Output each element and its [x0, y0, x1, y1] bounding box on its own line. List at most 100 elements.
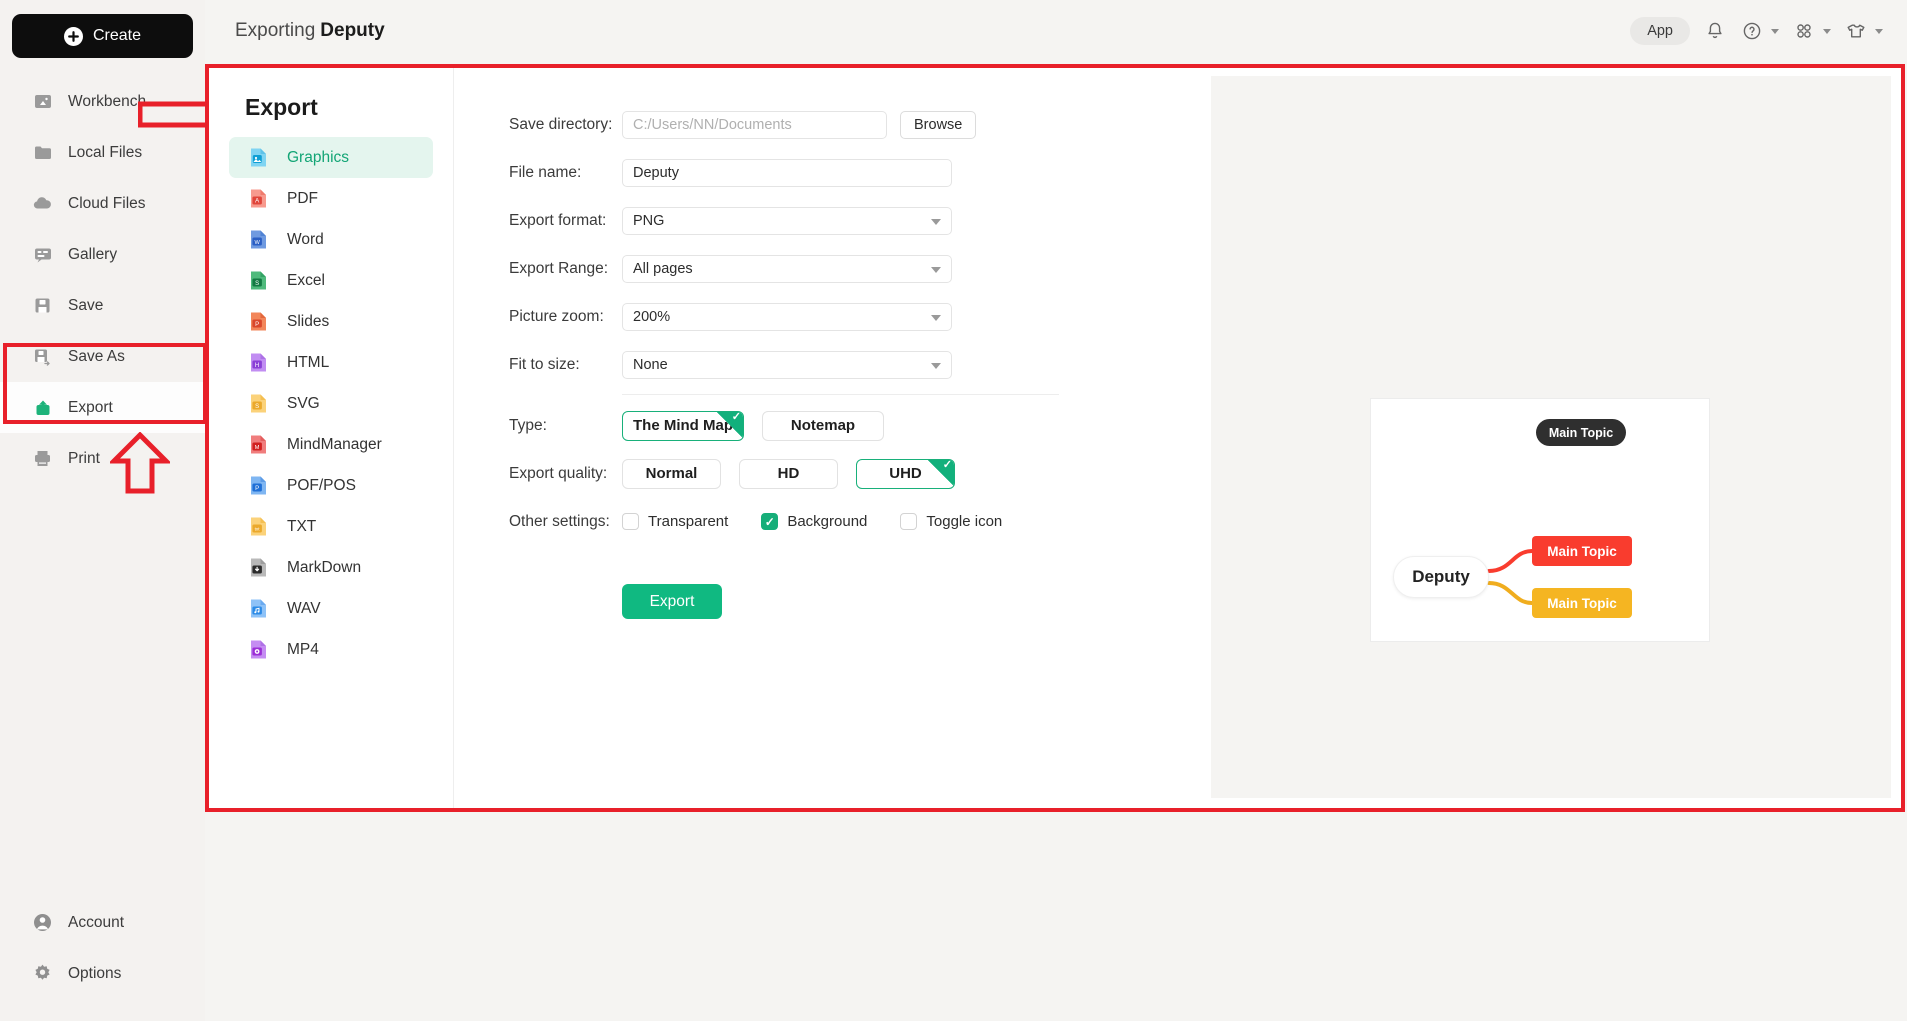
format-item-label: Excel — [287, 271, 325, 289]
export-form: Save directory: C:/Users/NN/Documents Br… — [454, 68, 1211, 808]
sidebar-item-label: Workbench — [68, 92, 147, 110]
apps-chevron-down-icon[interactable] — [1823, 28, 1831, 34]
type-option-label: Notemap — [790, 417, 856, 434]
mindmap-node-yellow: Main Topic — [1532, 588, 1632, 618]
picture-zoom-select[interactable]: 200% — [622, 302, 952, 331]
checkbox-box[interactable] — [622, 513, 639, 530]
format-item-label: Slides — [287, 312, 330, 330]
export-format-select[interactable]: PNG — [622, 206, 952, 235]
format-item-mindmanager[interactable]: M MindManager — [229, 424, 433, 465]
quality-option-hd[interactable]: HD — [739, 458, 838, 489]
graphics-file-icon — [246, 145, 271, 170]
save-directory-label: Save directory: — [509, 115, 613, 133]
plus-icon — [63, 26, 83, 46]
quality-option-label: UHD — [889, 465, 922, 482]
theme-shirt-icon[interactable] — [1844, 19, 1868, 43]
mindmap-node-red: Main Topic — [1532, 536, 1632, 566]
sidebar: Create Workbench Local Files Cloud Files — [0, 0, 260, 1021]
sidebar-item-cloud-files[interactable]: Cloud Files — [0, 178, 205, 229]
format-item-word[interactable]: W Word — [229, 219, 433, 260]
checkbox-transparent[interactable]: Transparent — [622, 513, 728, 530]
browse-button[interactable]: Browse — [900, 110, 977, 139]
sidebar-nav: Workbench Local Files Cloud Files Galler… — [0, 76, 205, 484]
quality-option-normal[interactable]: Normal — [622, 458, 721, 489]
sidebar-item-options[interactable]: Options — [0, 948, 205, 999]
bell-icon[interactable] — [1703, 19, 1727, 43]
picture-zoom-value: 200% — [633, 308, 671, 325]
checkbox-toggle-icon[interactable]: Toggle icon — [900, 513, 1002, 530]
page-title: Exporting Deputy — [235, 20, 385, 42]
word-file-icon: W — [246, 227, 271, 252]
account-icon — [32, 912, 53, 933]
format-item-svg[interactable]: S SVG — [229, 383, 433, 424]
file-name-input[interactable]: Deputy — [622, 158, 952, 187]
format-item-mp4[interactable]: MP4 — [229, 629, 433, 670]
sidebar-item-account[interactable]: Account — [0, 897, 205, 948]
format-item-label: TXT — [287, 517, 317, 535]
fit-to-size-select[interactable]: None — [622, 350, 952, 379]
theme-chevron-down-icon[interactable] — [1875, 28, 1883, 34]
checkbox-label: Transparent — [648, 513, 729, 530]
other-settings-label: Other settings: — [509, 512, 610, 530]
format-item-graphics[interactable]: Graphics — [229, 137, 433, 178]
sidebar-item-gallery[interactable]: Gallery — [0, 229, 205, 280]
sidebar-item-export[interactable]: Export — [0, 382, 205, 433]
type-option-the-mind-map[interactable]: The Mind Map — [622, 410, 744, 441]
help-chevron-down-icon[interactable] — [1771, 28, 1779, 34]
save-directory-input[interactable]: C:/Users/NN/Documents — [622, 110, 887, 139]
check-corner-icon — [928, 459, 954, 486]
wav-file-icon — [246, 596, 271, 621]
pdf-file-icon: A — [246, 186, 271, 211]
sidebar-item-save[interactable]: Save — [0, 280, 205, 331]
type-option-notemap[interactable]: Notemap — [762, 410, 884, 441]
mindmap-preview: Main Topic Deputy Main Topic Main Topic — [1370, 398, 1710, 642]
chevron-down-icon — [931, 314, 941, 321]
sidebar-item-label: Account — [68, 913, 125, 931]
app-root: Create Workbench Local Files Cloud Files — [0, 0, 1907, 1021]
sidebar-item-save-as[interactable]: Save As — [0, 331, 205, 382]
form-row-other-settings: Other settings: Transparent Background T… — [509, 503, 1211, 540]
quality-option-uhd[interactable]: UHD — [856, 458, 955, 489]
format-item-label: WAV — [287, 599, 321, 617]
svg-text:A: A — [255, 198, 260, 205]
format-item-wav[interactable]: WAV — [229, 588, 433, 629]
sidebar-item-print[interactable]: Print — [0, 433, 205, 484]
gear-icon — [32, 963, 53, 984]
format-list: Export Graphics A PDF W Word S Excel P S… — [209, 68, 454, 808]
checkbox-background[interactable]: Background — [761, 513, 867, 530]
format-item-excel[interactable]: S Excel — [229, 260, 433, 301]
export-button[interactable]: Export — [622, 584, 722, 619]
format-item-html[interactable]: H HTML — [229, 342, 433, 383]
sidebar-item-workbench[interactable]: Workbench — [0, 76, 205, 127]
checkbox-box[interactable] — [761, 513, 779, 530]
app-button[interactable]: App — [1630, 17, 1690, 45]
mindmanager-file-icon: M — [246, 432, 271, 457]
format-item-pdf[interactable]: A PDF — [229, 178, 433, 219]
form-row-export-range: Export Range: All pages — [509, 250, 1211, 287]
topbar-doc-name: Deputy — [320, 20, 385, 41]
workbench-icon — [32, 91, 53, 112]
sidebar-item-local-files[interactable]: Local Files — [0, 127, 205, 178]
svg-text:W: W — [254, 240, 260, 246]
create-button[interactable]: Create — [12, 14, 193, 58]
format-item-slides[interactable]: P Slides — [229, 301, 433, 342]
checkbox-box[interactable] — [900, 513, 918, 530]
sidebar-item-label: Save As — [68, 347, 125, 365]
sidebar-item-label: Print — [68, 449, 100, 467]
help-icon[interactable] — [1740, 19, 1764, 43]
sidebar-item-label: Save — [68, 296, 104, 314]
format-item-label: MindManager — [287, 435, 382, 453]
html-file-icon: H — [246, 350, 271, 375]
form-row-type: Type: The Mind Map Notemap — [509, 407, 1211, 444]
format-item-markdown[interactable]: MarkDown — [229, 547, 433, 588]
sidebar-item-label: Cloud Files — [68, 194, 146, 212]
export-range-select[interactable]: All pages — [622, 254, 952, 283]
format-item-txt[interactable]: txt TXT — [229, 506, 433, 547]
form-row-file-name: File name: Deputy — [509, 154, 1211, 191]
apps-grid-icon[interactable] — [1792, 19, 1816, 43]
topbar-prefix: Exporting — [235, 20, 316, 41]
excel-file-icon: S — [246, 268, 271, 293]
export-range-value: All pages — [633, 260, 693, 277]
picture-zoom-label: Picture zoom: — [509, 307, 604, 325]
format-item-pof-pos[interactable]: P POF/POS — [229, 465, 433, 506]
